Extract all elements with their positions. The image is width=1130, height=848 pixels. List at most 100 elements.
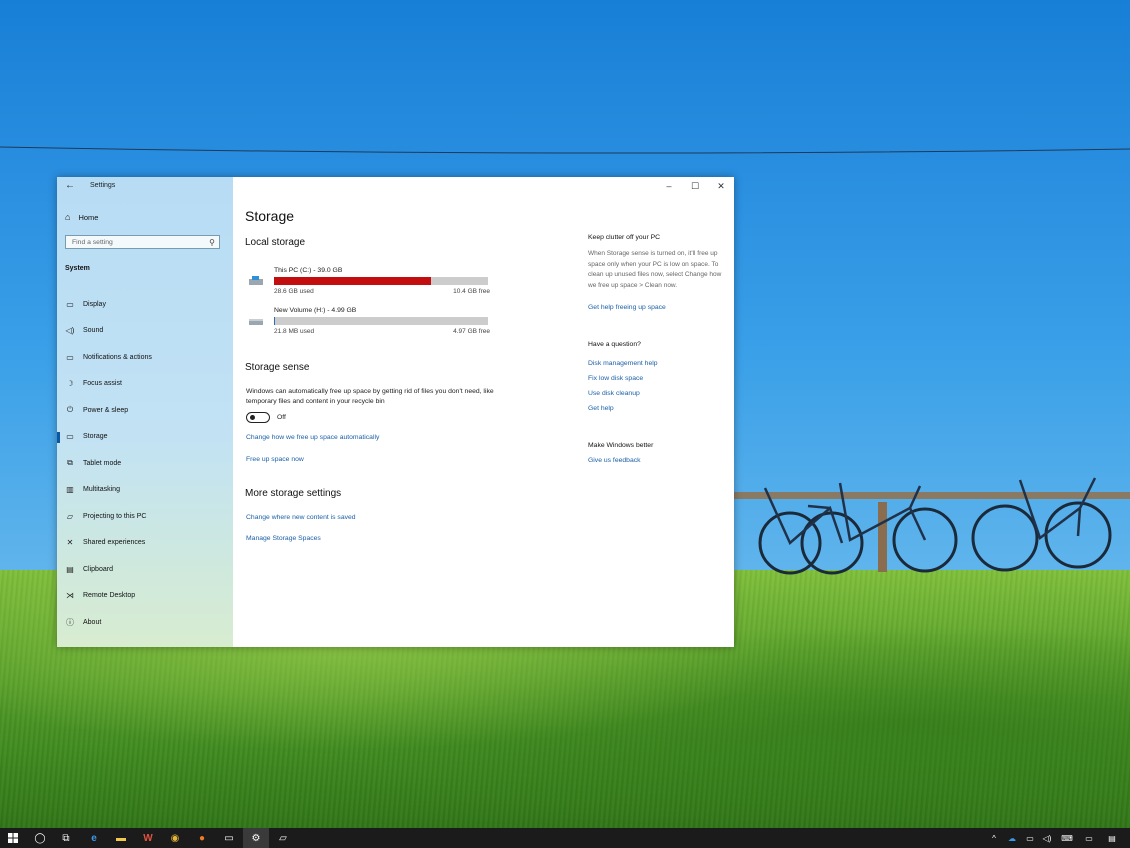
drive-name: This PC (C:) - 39.0 GB <box>274 267 343 274</box>
clutter-text: When Storage sense is turned on, it'll f… <box>588 250 722 289</box>
disk-management-help-link[interactable]: Disk management help <box>588 360 658 367</box>
storage-sense-heading: Storage sense <box>245 362 310 373</box>
sidebar-item-label: Focus assist <box>83 380 122 388</box>
manage-storage-spaces-link[interactable]: Manage Storage Spaces <box>246 535 321 542</box>
more-storage-heading: More storage settings <box>245 488 342 499</box>
network-icon[interactable]: ▭ <box>1022 828 1038 848</box>
sidebar-item-label: Sound <box>83 327 104 335</box>
sidebar-item-notifications-actions[interactable]: ▭ Notifications & actions <box>57 344 233 371</box>
winrar-icon[interactable]: W <box>135 828 161 848</box>
fix-low-disk-link[interactable]: Fix low disk space <box>588 375 643 382</box>
remote-desktop-icon: ⋊ <box>66 591 74 601</box>
clutter-heading: Keep clutter off your PC <box>588 234 661 241</box>
sidebar-item-sound[interactable]: ◁) Sound <box>57 318 233 345</box>
chevron-up-icon[interactable]: ^ <box>987 828 1001 848</box>
get-help-link[interactable]: Get help <box>588 405 614 412</box>
drive-icon <box>249 276 263 285</box>
sidebar-item-about[interactable]: ⓘ About <box>57 609 233 636</box>
action-center-icon[interactable]: ▤ <box>1104 828 1120 848</box>
home-nav[interactable]: ⌂ Home <box>65 211 98 223</box>
change-free-up-link[interactable]: Change how we free up space automaticall… <box>246 434 379 441</box>
sidebar-item-label: Shared experiences <box>83 539 146 547</box>
free-up-now-link[interactable]: Free up space now <box>246 456 304 463</box>
window-controls: – ☐ ✕ <box>656 177 734 195</box>
maximize-button[interactable]: ☐ <box>682 177 708 195</box>
used-space: 28.6 GB used <box>274 288 314 295</box>
drive-taskbar-icon[interactable]: ▱ <box>270 828 296 848</box>
search-input[interactable]: Find a setting ⚲ <box>65 235 220 249</box>
better-heading: Make Windows better <box>588 442 654 449</box>
volume-icon[interactable]: ◁) <box>1039 828 1055 848</box>
storage-sense-description: Windows can automatically free up space … <box>246 388 494 405</box>
sidebar-item-label: Multitasking <box>83 486 120 494</box>
usage-bar-fill <box>274 277 431 285</box>
sidebar-item-focus-assist[interactable]: ☽ Focus assist <box>57 371 233 398</box>
onedrive-icon[interactable]: ☁ <box>1004 828 1020 848</box>
sidebar-item-display[interactable]: ▭ Display <box>57 291 233 318</box>
free-space: 10.4 GB free <box>453 288 490 295</box>
shared-experiences-icon: ✕ <box>66 538 74 548</box>
local-storage-heading: Local storage <box>245 237 306 248</box>
task-view-icon[interactable]: ⧉ <box>53 828 79 848</box>
start-button[interactable] <box>0 828 26 848</box>
notification-icon: ▭ <box>66 352 74 362</box>
close-button[interactable]: ✕ <box>708 177 734 195</box>
power-icon: ⏻ <box>66 405 74 415</box>
firefox-icon[interactable]: ● <box>189 828 215 848</box>
taskbar: ◯ ⧉ e ▬ W ◉ ● ▭ ⚙ ▱ ^ ☁ ▭ ◁) ⌨ ▭ ▤ <box>0 828 1130 848</box>
projecting-icon: ▱ <box>66 511 74 521</box>
sidebar-item-shared-experiences[interactable]: ✕ Shared experiences <box>57 530 233 557</box>
storage-icon: ▭ <box>66 432 74 442</box>
toggle-knob <box>250 415 255 420</box>
storage-sense-toggle[interactable] <box>246 412 270 423</box>
edge-icon[interactable]: e <box>81 828 107 848</box>
minimize-button[interactable]: – <box>656 177 682 195</box>
display-icon: ▭ <box>66 299 74 309</box>
change-content-location-link[interactable]: Change where new content is saved <box>246 514 356 521</box>
sidebar-nav: ▭ Display ◁) Sound ▭ Notifications & actions ☽… <box>57 291 233 636</box>
page-title: Storage <box>245 208 295 224</box>
disk-cleanup-link[interactable]: Use disk cleanup <box>588 390 640 397</box>
sidebar-item-remote-desktop[interactable]: ⋊ Remote Desktop <box>57 583 233 610</box>
show-desktop-icon[interactable]: ▭ <box>1081 828 1097 848</box>
drive-c[interactable]: This PC (C:) - 39.0 GB 28.6 GB used 10.4… <box>249 267 490 297</box>
app-title: Settings <box>90 182 116 189</box>
sidebar-item-label: Display <box>83 300 106 308</box>
sidebar-item-label: Clipboard <box>83 565 113 573</box>
keyboard-icon[interactable]: ⌨ <box>1058 828 1076 848</box>
sidebar-item-storage[interactable]: ▭ Storage <box>57 424 233 451</box>
terminal-icon[interactable]: ▭ <box>216 828 242 848</box>
sidebar-item-projecting-to-this-pc[interactable]: ▱ Projecting to this PC <box>57 503 233 530</box>
title-bar[interactable]: ← Settings <box>57 177 233 195</box>
drive-icon <box>249 319 263 325</box>
settings-window: ← Settings ⌂ Home Find a setting ⚲ Syste… <box>57 177 734 647</box>
clipboard-icon: ▤ <box>66 564 74 574</box>
windows-logo-icon <box>8 833 18 843</box>
settings-taskbar-icon[interactable]: ⚙ <box>243 828 269 848</box>
usage-bar <box>274 277 488 285</box>
back-arrow-icon[interactable]: ← <box>65 180 75 191</box>
storage-page: – ☐ ✕ Storage Local storage This PC (C:)… <box>233 177 734 647</box>
chrome-icon[interactable]: ◉ <box>162 828 188 848</box>
settings-sidebar: ← Settings ⌂ Home Find a setting ⚲ Syste… <box>57 177 233 647</box>
cortana-icon[interactable]: ◯ <box>27 828 53 848</box>
sidebar-item-power-sleep[interactable]: ⏻ Power & sleep <box>57 397 233 424</box>
sidebar-item-label: Storage <box>83 433 108 441</box>
drive-h[interactable]: New Volume (H:) - 4.99 GB 21.8 MB used 4… <box>249 307 490 337</box>
toggle-state: Off <box>277 414 286 421</box>
sidebar-item-clipboard[interactable]: ▤ Clipboard <box>57 556 233 583</box>
file-explorer-icon[interactable]: ▬ <box>108 828 134 848</box>
feedback-link[interactable]: Give us feedback <box>588 457 641 464</box>
sidebar-item-tablet-mode[interactable]: ⧉ Tablet mode <box>57 450 233 477</box>
help-freeing-link[interactable]: Get help freeing up space <box>588 304 666 311</box>
info-icon: ⓘ <box>66 617 74 627</box>
usage-bar <box>274 317 488 325</box>
sidebar-item-multitasking[interactable]: ▥ Multitasking <box>57 477 233 504</box>
power-line <box>0 146 1130 154</box>
sidebar-item-label: Projecting to this PC <box>83 512 147 520</box>
sidebar-item-label: About <box>83 618 102 626</box>
sidebar-item-label: Tablet mode <box>83 459 122 467</box>
question-heading: Have a question? <box>588 341 641 348</box>
search-placeholder: Find a setting <box>72 239 113 246</box>
search-icon: ⚲ <box>209 238 215 247</box>
